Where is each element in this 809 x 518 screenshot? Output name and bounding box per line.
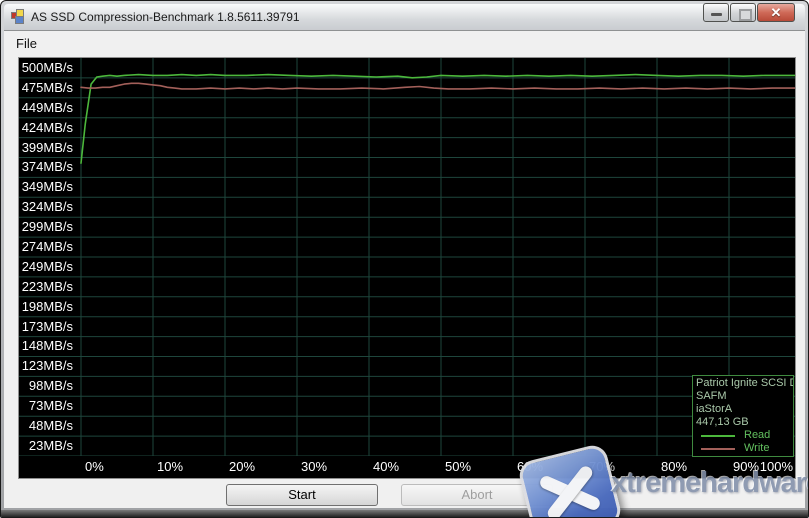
y-axis-label: 500MB/s [19, 58, 79, 78]
maximize-icon [739, 9, 752, 21]
window-title: AS SSD Compression-Benchmark 1.8.5611.39… [31, 10, 300, 24]
y-axis-label: 148MB/s [19, 336, 79, 356]
legend-device-line: Patriot Ignite SCSI D [696, 377, 790, 390]
window-bottom-edge [1, 510, 808, 517]
legend-entry-read: Read [696, 429, 790, 442]
titlebar[interactable]: AS SSD Compression-Benchmark 1.8.5611.39… [4, 4, 805, 31]
y-axis-label: 223MB/s [19, 277, 79, 297]
x-axis-label: 40% [373, 456, 399, 478]
y-axis-label: 424MB/s [19, 118, 79, 138]
minimize-button[interactable] [703, 3, 729, 22]
minimize-icon [711, 13, 722, 16]
y-axis-label: 73MB/s [19, 396, 79, 416]
y-axis-label: 449MB/s [19, 98, 79, 118]
x-axis-label: 20% [229, 456, 255, 478]
legend-device-line: SAFM [696, 390, 790, 403]
y-axis-label: 48MB/s [19, 416, 79, 436]
winforms-app-icon [10, 9, 26, 25]
series-write-line [81, 83, 795, 89]
y-axis-label: 249MB/s [19, 257, 79, 277]
y-axis-label: 123MB/s [19, 356, 79, 376]
plot-area [19, 58, 795, 456]
app-window: AS SSD Compression-Benchmark 1.8.5611.39… [0, 0, 809, 518]
legend-label-write: Write [744, 442, 769, 455]
legend-entry-write: Write [696, 442, 790, 455]
start-button[interactable]: Start [226, 484, 378, 506]
legend-device-line: iaStorA [696, 403, 790, 416]
x-axis-label: 30% [301, 456, 327, 478]
legend: Patriot Ignite SCSI D SAFM iaStorA 447,1… [692, 375, 794, 457]
y-axis-label: 349MB/s [19, 177, 79, 197]
menubar: File [4, 31, 805, 56]
y-axis-label: 23MB/s [19, 436, 79, 456]
menu-item-file[interactable]: File [7, 33, 46, 54]
x-axis-label: 10% [157, 456, 183, 478]
close-icon: ✕ [758, 5, 794, 21]
legend-device-line: 447,13 GB [696, 416, 790, 429]
y-axis-label: 299MB/s [19, 217, 79, 237]
legend-swatch-read [701, 435, 735, 437]
y-axis-label: 173MB/s [19, 317, 79, 337]
close-button[interactable]: ✕ [757, 3, 795, 22]
legend-swatch-write [701, 448, 735, 450]
watermark-text: xtremehardware.com [611, 467, 809, 500]
y-axis-label: 475MB/s [19, 78, 79, 98]
x-axis-label: 0% [85, 456, 104, 478]
y-axis: 500MB/s475MB/s449MB/s424MB/s399MB/s374MB… [19, 58, 79, 456]
legend-label-read: Read [744, 429, 770, 442]
window-controls: ✕ [703, 3, 795, 22]
y-axis-label: 274MB/s [19, 237, 79, 257]
chart-panel: 500MB/s475MB/s449MB/s424MB/s399MB/s374MB… [19, 58, 795, 478]
y-axis-label: 98MB/s [19, 376, 79, 396]
x-axis-label: 50% [445, 456, 471, 478]
y-axis-label: 324MB/s [19, 197, 79, 217]
y-axis-label: 374MB/s [19, 157, 79, 177]
y-axis-label: 399MB/s [19, 138, 79, 158]
maximize-button[interactable] [730, 3, 756, 22]
y-axis-label: 198MB/s [19, 297, 79, 317]
